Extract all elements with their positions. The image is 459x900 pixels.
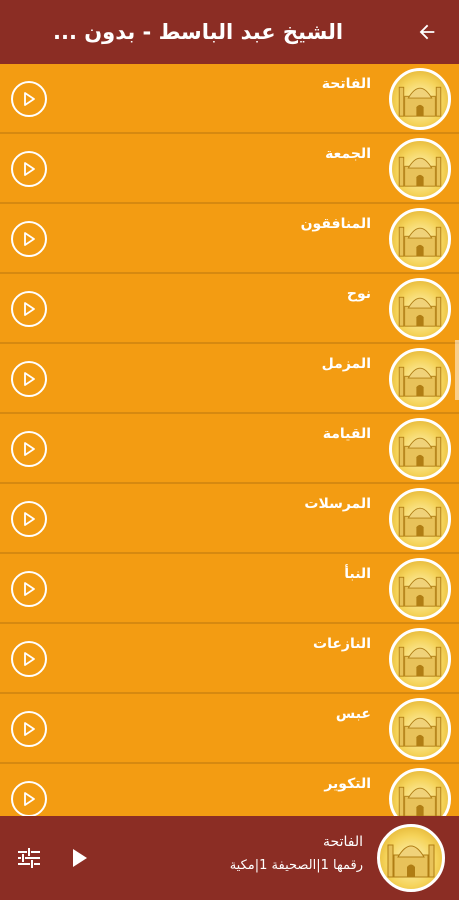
list-item[interactable]: نوح [0,274,459,344]
mosque-icon [398,226,442,257]
track-name: التكوير [324,776,371,792]
play-icon [24,92,35,106]
play-icon [24,722,35,736]
play-circle-button[interactable] [11,571,47,607]
mosque-icon [398,716,442,747]
play-icon [24,442,35,456]
list-item[interactable]: الجمعة [0,134,459,204]
play-icon [24,652,35,666]
list-item[interactable]: المزمل [0,344,459,414]
arrow-left-icon [419,24,435,40]
play-icon [73,849,87,867]
list-item[interactable]: الفاتحة [0,64,459,134]
track-thumbnail [389,418,451,480]
mosque-icon [398,86,442,117]
mosque-icon [398,296,442,327]
now-playing-subtitle: رقمها 1|الصحيفة 1|مكية [229,858,363,873]
now-playing-thumbnail [377,824,445,892]
list-item[interactable]: النبأ [0,554,459,624]
track-name: المرسلات [304,496,371,512]
now-playing-title: الفاتحة [323,834,363,850]
list-item[interactable]: المرسلات [0,484,459,554]
track-thumbnail [389,768,451,816]
play-circle-button[interactable] [11,781,47,816]
track-thumbnail [389,558,451,620]
play-circle-button[interactable] [11,711,47,747]
track-name: الجمعة [325,146,371,162]
track-thumbnail [389,138,451,200]
list-item[interactable]: المنافقون [0,204,459,274]
play-circle-button[interactable] [11,431,47,467]
play-circle-button[interactable] [11,81,47,117]
track-thumbnail [389,488,451,550]
equalizer-button[interactable] [18,848,40,868]
track-name: النازعات [313,636,371,652]
track-name: النبأ [344,566,371,582]
track-name: المزمل [321,356,371,372]
track-name: نوح [346,286,371,302]
mosque-icon [387,844,435,878]
play-icon [24,792,35,806]
mosque-icon [398,786,442,816]
mosque-icon [398,436,442,467]
play-circle-button[interactable] [11,361,47,397]
track-thumbnail [389,698,451,760]
scrollbar[interactable] [455,340,459,400]
now-playing-bar[interactable]: الفاتحة رقمها 1|الصحيفة 1|مكية [0,816,459,900]
play-button[interactable] [68,847,90,869]
mosque-icon [398,506,442,537]
play-icon [24,512,35,526]
play-icon [24,232,35,246]
track-name: المنافقون [300,216,371,232]
list-item[interactable]: النازعات [0,624,459,694]
play-circle-button[interactable] [11,501,47,537]
play-icon [24,302,35,316]
play-circle-button[interactable] [11,151,47,187]
play-circle-button[interactable] [11,221,47,257]
mosque-icon [398,646,442,677]
play-icon [24,162,35,176]
track-list[interactable]: الفاتحة الجمعة المنافقون نوح المزمل القي… [0,64,459,816]
track-name: القيامة [322,426,371,442]
play-icon [24,582,35,596]
equalizer-icon [18,848,40,868]
track-thumbnail [389,348,451,410]
list-item[interactable]: القيامة [0,414,459,484]
mosque-icon [398,576,442,607]
back-button[interactable] [413,18,441,46]
play-circle-button[interactable] [11,291,47,327]
app-bar: الشيخ عبد الباسط - بدون ... [0,0,459,64]
track-thumbnail [389,628,451,690]
track-name: الفاتحة [321,76,371,92]
mosque-icon [398,366,442,397]
play-icon [24,372,35,386]
list-item[interactable]: التكوير [0,764,459,816]
page-title: الشيخ عبد الباسط - بدون ... [53,20,344,44]
track-thumbnail [389,68,451,130]
track-thumbnail [389,208,451,270]
list-item[interactable]: عبس [0,694,459,764]
mosque-icon [398,156,442,187]
play-circle-button[interactable] [11,641,47,677]
track-name: عبس [335,706,371,722]
track-thumbnail [389,278,451,340]
